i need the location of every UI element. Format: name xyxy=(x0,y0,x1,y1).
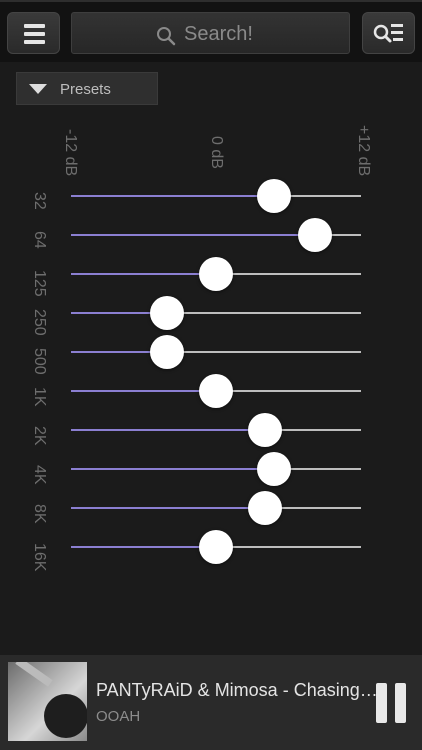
band-label: 250 xyxy=(31,309,48,336)
menu-button[interactable] xyxy=(7,12,60,54)
band-label: 125 xyxy=(31,270,48,297)
scale-max-label: +12 dB xyxy=(355,125,372,177)
band-label: 2K xyxy=(31,426,48,446)
scale-min-label: -12 dB xyxy=(62,129,79,177)
track-title: PANTyRAiD & Mimosa - Chasing Nightmares xyxy=(96,680,378,700)
slider-fill xyxy=(71,468,274,470)
band-label: 32 xyxy=(31,192,48,210)
slider-knob[interactable] xyxy=(149,296,184,330)
album-art xyxy=(8,662,87,741)
band-label: 64 xyxy=(31,231,48,249)
slider-knob[interactable] xyxy=(199,530,233,564)
slider-fill xyxy=(71,429,266,431)
band-label: 8K xyxy=(31,504,48,524)
scale-mid-label: 0 dB xyxy=(208,136,225,169)
magnifier-icon xyxy=(157,27,176,46)
band-label: 16K xyxy=(31,543,48,572)
triangle-down-icon xyxy=(29,84,47,94)
band-label: 1K xyxy=(31,387,48,407)
band-label: 500 xyxy=(31,348,48,375)
slider-knob[interactable] xyxy=(257,452,291,486)
slider-knob[interactable] xyxy=(199,374,233,408)
slider-fill xyxy=(71,273,216,275)
search-placeholder: Search! xyxy=(184,23,253,45)
slider-knob[interactable] xyxy=(149,335,184,369)
search-list-icon xyxy=(373,24,403,43)
slider-fill xyxy=(71,546,216,548)
hamburger-icon xyxy=(24,24,45,44)
slider-fill xyxy=(71,390,216,392)
top-divider xyxy=(0,0,422,2)
top-bar: Search! xyxy=(0,0,422,62)
slider-fill xyxy=(71,507,266,509)
presets-dropdown[interactable]: Presets xyxy=(16,72,158,105)
track-artist: OOAH xyxy=(96,708,141,725)
pause-button[interactable] xyxy=(370,655,416,750)
slider-knob[interactable] xyxy=(199,257,233,291)
slider-knob[interactable] xyxy=(297,218,332,252)
search-field[interactable]: Search! xyxy=(71,12,350,54)
album-art-graphic xyxy=(15,662,87,738)
band-label: 4K xyxy=(31,465,48,485)
presets-label: Presets xyxy=(60,81,111,98)
slider-fill xyxy=(71,234,315,236)
slider-fill xyxy=(71,195,274,197)
now-playing-bar[interactable]: PANTyRAiD & Mimosa - Chasing Nightmares … xyxy=(0,655,422,750)
slider-knob[interactable] xyxy=(248,491,283,525)
search-list-button[interactable] xyxy=(362,12,415,54)
slider-knob[interactable] xyxy=(257,179,291,213)
slider-knob[interactable] xyxy=(248,413,283,447)
